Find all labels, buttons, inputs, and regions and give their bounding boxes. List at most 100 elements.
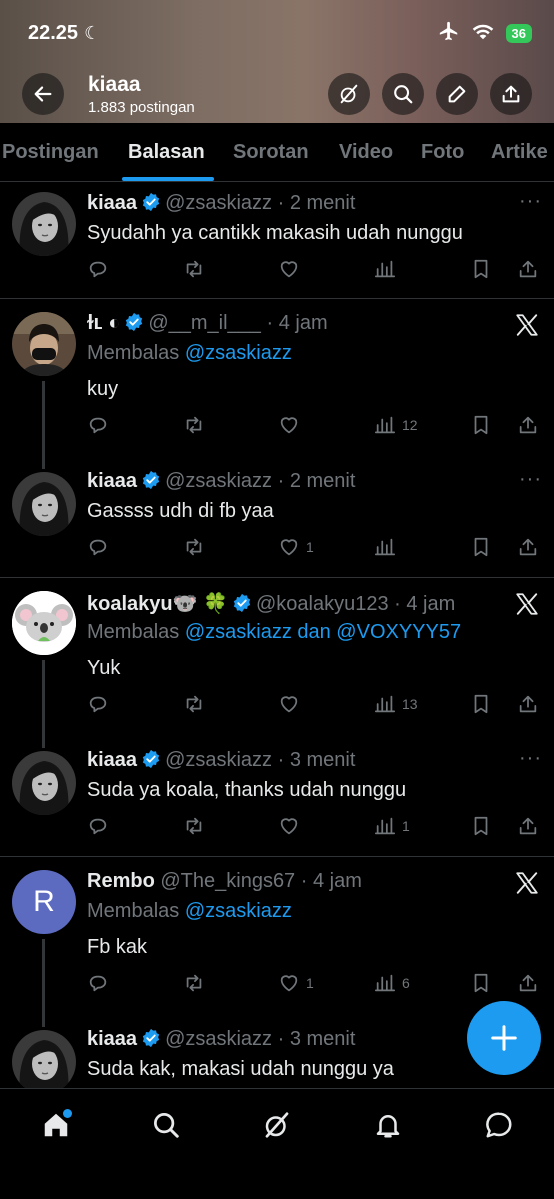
share-post-button[interactable] xyxy=(517,815,539,837)
repost-button[interactable] xyxy=(183,536,205,558)
like-button[interactable]: 1 xyxy=(278,972,314,994)
share-post-button[interactable] xyxy=(517,536,539,558)
views-button[interactable] xyxy=(374,258,402,280)
repost-button[interactable] xyxy=(183,972,205,994)
views-button[interactable]: 13 xyxy=(374,693,418,715)
author-handle[interactable]: @__m_il___ xyxy=(148,312,261,334)
repost-button[interactable] xyxy=(183,693,205,715)
author-handle[interactable]: @zsaskiazz xyxy=(165,749,272,771)
avatar[interactable] xyxy=(12,1030,76,1088)
share-icon xyxy=(517,815,539,837)
repost-button[interactable] xyxy=(183,414,205,436)
bookmark-button[interactable] xyxy=(470,815,492,837)
author-handle[interactable]: @The_kings67 xyxy=(160,870,295,892)
bookmark-button[interactable] xyxy=(470,972,492,994)
views-button[interactable] xyxy=(374,536,402,558)
reply-button[interactable] xyxy=(87,815,109,837)
compose-button[interactable] xyxy=(467,1001,541,1075)
bookmark-button[interactable] xyxy=(470,258,492,280)
list-item[interactable]: R Rembo @The_kings67 · 4 jam Membalas @z… xyxy=(0,857,554,1017)
author-name[interactable]: kiaaa xyxy=(87,470,137,492)
mention-link[interactable]: @zsaskiazz xyxy=(185,900,292,922)
author-name[interactable]: koalakyu🐨 🍀 xyxy=(87,593,228,615)
list-item[interactable]: kiaaa @zsaskiazz · 2 menit ··· Syudahh ya… xyxy=(0,182,554,298)
back-button[interactable] xyxy=(22,73,64,115)
list-item[interactable]: kiaaa @zsaskiazz · 2 menit ··· Gassss udh… xyxy=(0,459,554,577)
nav-search[interactable] xyxy=(148,1107,184,1143)
mention-link[interactable]: @zsaskiazz dan @VOXYYY57 xyxy=(185,621,461,643)
like-button[interactable] xyxy=(278,693,306,715)
bookmark-button[interactable] xyxy=(470,536,492,558)
list-item[interactable]: koalakyu🐨 🍀 @koalakyu123 · 4 jam Membalas… xyxy=(0,578,554,738)
view-count: 13 xyxy=(402,696,418,712)
author-name[interactable]: Rembo xyxy=(87,870,155,892)
reply-button[interactable] xyxy=(87,414,109,436)
edit-button[interactable] xyxy=(436,73,478,115)
author-handle[interactable]: @koalakyu123 xyxy=(256,593,389,615)
share-post-button[interactable] xyxy=(517,693,539,715)
like-button[interactable] xyxy=(278,414,306,436)
list-item[interactable]: kiaaa @zsaskiazz · 3 menit ··· Suda ya ko… xyxy=(0,738,554,856)
tab-foto[interactable]: Foto xyxy=(421,141,464,164)
list-item[interactable]: ɫʟ ◐ @__m_il___ · 4 jam Membalas @zsaskia… xyxy=(0,299,554,459)
share-post-button[interactable] xyxy=(517,414,539,436)
nav-grok[interactable] xyxy=(259,1107,295,1143)
tab-artikel[interactable]: Artike xyxy=(491,141,548,164)
search-button[interactable] xyxy=(382,73,424,115)
tab-sorotan[interactable]: Sorotan xyxy=(233,141,309,164)
author-name[interactable]: kiaaa xyxy=(87,192,137,214)
author-handle[interactable]: @zsaskiazz xyxy=(165,192,272,214)
share-post-button[interactable] xyxy=(517,258,539,280)
reply-button[interactable] xyxy=(87,258,109,280)
reply-prefix: Membalas xyxy=(87,621,180,643)
like-button[interactable]: 1 xyxy=(278,536,314,558)
repost-button[interactable] xyxy=(183,815,205,837)
nav-messages[interactable] xyxy=(481,1107,517,1143)
avatar[interactable]: R xyxy=(12,870,76,934)
bookmark-button[interactable] xyxy=(470,414,492,436)
nav-notifications[interactable] xyxy=(370,1107,406,1143)
share-icon xyxy=(517,972,539,994)
reply-button[interactable] xyxy=(87,972,109,994)
post-time: · 3 menit xyxy=(277,1028,356,1050)
more-options-icon[interactable]: ··· xyxy=(519,190,542,213)
views-button[interactable]: 12 xyxy=(374,414,418,436)
repost-button[interactable] xyxy=(183,258,205,280)
avatar[interactable] xyxy=(12,472,76,536)
like-button[interactable] xyxy=(278,258,306,280)
author-handle[interactable]: @zsaskiazz xyxy=(165,470,272,492)
nav-home[interactable] xyxy=(38,1107,74,1143)
avatar[interactable] xyxy=(12,192,76,256)
share-icon xyxy=(517,693,539,715)
avatar[interactable] xyxy=(12,312,76,376)
reply-button[interactable] xyxy=(87,536,109,558)
avatar[interactable] xyxy=(12,591,76,655)
status-bar: 22.25 ☾ 36 xyxy=(28,20,532,46)
like-button[interactable] xyxy=(278,815,306,837)
views-button[interactable]: 6 xyxy=(374,972,410,994)
share-icon xyxy=(517,536,539,558)
views-button[interactable]: 1 xyxy=(374,815,410,837)
verified-icon xyxy=(141,470,161,490)
avatar[interactable] xyxy=(12,751,76,815)
reply-button[interactable] xyxy=(87,693,109,715)
bookmark-icon xyxy=(470,414,492,436)
author-name[interactable]: kiaaa xyxy=(87,749,137,771)
share-button[interactable] xyxy=(490,73,532,115)
more-options-icon[interactable]: ··· xyxy=(519,468,542,491)
share-icon xyxy=(517,414,539,436)
bookmark-button[interactable] xyxy=(470,693,492,715)
more-options-icon[interactable]: ··· xyxy=(519,747,542,770)
x-logo-icon xyxy=(514,591,540,617)
share-post-button[interactable] xyxy=(517,972,539,994)
tab-balasan[interactable]: Balasan xyxy=(128,141,205,164)
author-handle[interactable]: @zsaskiazz xyxy=(165,1028,272,1050)
author-name[interactable]: kiaaa xyxy=(87,1028,137,1050)
post-time: · 3 menit xyxy=(277,749,356,771)
tab-postingan[interactable]: Postingan xyxy=(2,141,99,164)
view-count: 12 xyxy=(402,417,418,433)
mention-link[interactable]: @zsaskiazz xyxy=(185,342,292,364)
grok-button[interactable] xyxy=(328,73,370,115)
author-name[interactable]: ɫʟ ◐ xyxy=(87,312,120,334)
tab-video[interactable]: Video xyxy=(339,141,393,164)
